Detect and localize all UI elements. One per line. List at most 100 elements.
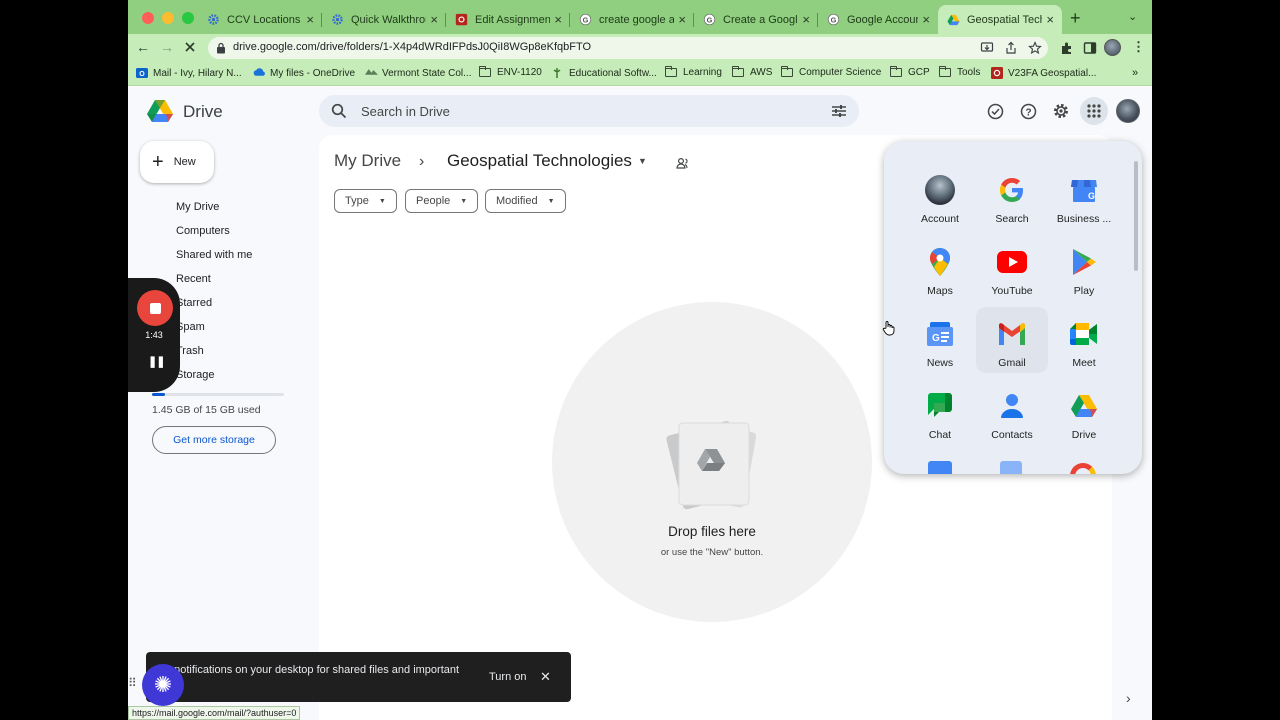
back-icon[interactable]: ← — [136, 39, 150, 55]
new-button[interactable]: + New — [140, 141, 214, 183]
bookmark-label: Tools — [957, 67, 981, 78]
offline-status-icon[interactable] — [985, 101, 1005, 121]
pause-recording-button[interactable]: ❚❚ — [148, 355, 165, 368]
app-business[interactable]: G Business ... — [1048, 163, 1120, 229]
search-bar[interactable]: Search in Drive — [319, 95, 859, 127]
stop-loading-icon[interactable] — [184, 40, 196, 56]
breadcrumb-my-drive[interactable]: My Drive — [334, 151, 401, 171]
app-label: Meet — [1072, 357, 1096, 369]
breadcrumb-current-folder[interactable]: Geospatial Technologies ▼ — [447, 151, 647, 171]
browser-tab[interactable]: CCV Locations Di × — [198, 5, 322, 34]
forward-icon[interactable]: → — [160, 39, 174, 55]
app-news[interactable]: G News — [904, 307, 976, 373]
apps-scrollbar[interactable] — [1134, 161, 1138, 271]
drag-handle-icon[interactable]: ⠿ — [128, 676, 137, 690]
tab-close-icon[interactable]: × — [922, 12, 930, 27]
bookmark-item[interactable]: ENV-1120 — [479, 66, 542, 78]
app-title: Drive — [183, 102, 223, 121]
assistant-sparkle-button[interactable]: ✺ — [142, 664, 184, 706]
more-bookmarks-icon[interactable]: » — [1132, 67, 1138, 79]
bookmark-star-icon[interactable] — [1028, 41, 1042, 55]
storage-usage-text: 1.45 GB of 15 GB used — [152, 404, 261, 416]
folder-icon — [781, 66, 793, 77]
profile-avatar[interactable] — [1104, 39, 1121, 56]
bookmark-item[interactable]: V23FA Geospatial... — [991, 67, 1096, 79]
chip-label: People — [416, 195, 451, 207]
nav-item-computers[interactable]: Computers — [150, 224, 230, 238]
settings-gear-icon[interactable] — [1051, 101, 1071, 121]
browser-tab[interactable]: G create google acc × — [570, 5, 694, 34]
stop-recording-button[interactable] — [137, 290, 173, 326]
maximize-window-button[interactable] — [182, 12, 194, 24]
app-chat[interactable]: Chat — [904, 379, 976, 445]
bookmark-item[interactable]: O Mail - Ivy, Hilary N... — [136, 67, 242, 79]
nav-item-my-drive[interactable]: My Drive — [150, 200, 219, 214]
bookmark-item[interactable]: AWS — [732, 66, 773, 78]
app-drive[interactable]: Drive — [1048, 379, 1120, 445]
app-play[interactable]: Play — [1048, 235, 1120, 301]
browser-tab-active[interactable]: Geospatial Techn × — [938, 5, 1062, 34]
tab-close-icon[interactable]: × — [802, 12, 810, 27]
calendar-icon[interactable] — [928, 461, 952, 474]
minimize-window-button[interactable] — [162, 12, 174, 24]
bookmark-item[interactable]: Computer Science — [781, 66, 881, 78]
help-icon[interactable]: ? — [1018, 101, 1038, 121]
photos-icon[interactable] — [1070, 463, 1096, 474]
filter-type-chip[interactable]: Type ▼ — [334, 189, 397, 213]
install-app-icon[interactable] — [980, 41, 994, 55]
bookmark-item[interactable]: GCP — [890, 66, 930, 78]
search-input[interactable]: Search in Drive — [361, 104, 450, 119]
nav-item-shared-with-me[interactable]: Shared with me — [150, 248, 252, 262]
browser-tab[interactable]: Edit Assignment × — [446, 5, 570, 34]
share-icon[interactable] — [1004, 41, 1018, 55]
browser-tab[interactable]: Quick Walkthroug × — [322, 5, 446, 34]
show-side-panel-icon[interactable]: › — [1126, 690, 1131, 706]
browser-tab[interactable]: G Create a Google A × — [694, 5, 818, 34]
app-youtube[interactable]: YouTube — [976, 235, 1048, 301]
close-window-button[interactable] — [142, 12, 154, 24]
shared-folder-icon[interactable] — [676, 157, 690, 169]
app-gmail[interactable]: Gmail — [976, 307, 1048, 373]
google-apps-grid-icon[interactable] — [1080, 97, 1108, 125]
tab-close-icon[interactable]: × — [554, 12, 562, 27]
search-options-icon[interactable] — [831, 104, 847, 118]
bookmark-item[interactable]: Vermont State Col... — [365, 67, 472, 79]
tab-close-icon[interactable]: × — [1046, 12, 1054, 27]
new-tab-button[interactable]: + — [1070, 8, 1081, 29]
app-label: Maps — [927, 285, 953, 297]
close-icon[interactable]: ✕ — [540, 669, 551, 685]
account-avatar[interactable] — [1116, 99, 1140, 123]
turn-on-button[interactable]: Turn on — [489, 671, 527, 683]
get-more-storage-button[interactable]: Get more storage — [152, 426, 276, 454]
app-contacts[interactable]: Contacts — [976, 379, 1048, 445]
app-maps[interactable]: Maps — [904, 235, 976, 301]
translate-icon[interactable] — [1000, 461, 1022, 474]
google-icon: G — [826, 13, 840, 27]
extensions-icon[interactable] — [1060, 41, 1074, 55]
tab-search-icon[interactable]: ⌄ — [1128, 10, 1137, 23]
url-text: drive.google.com/drive/folders/1-X4p4dWR… — [233, 41, 592, 53]
filter-modified-chip[interactable]: Modified ▼ — [485, 189, 566, 213]
bookmark-label: V23FA Geospatial... — [1008, 67, 1097, 79]
filter-people-chip[interactable]: People ▼ — [405, 189, 479, 213]
browser-menu-icon[interactable]: ⋮ — [1132, 39, 1145, 55]
side-panel-icon[interactable] — [1083, 41, 1097, 55]
recording-timer: 1:43 — [145, 330, 163, 340]
bookmark-item[interactable]: Learning — [665, 66, 722, 78]
app-search[interactable]: Search — [976, 163, 1048, 229]
browser-tab[interactable]: G Google Account × — [818, 5, 938, 34]
address-bar[interactable]: drive.google.com/drive/folders/1-X4p4dWR… — [208, 37, 1048, 59]
nav-label: Shared with me — [176, 249, 253, 261]
bookmark-label: AWS — [750, 67, 773, 78]
app-label: News — [926, 357, 954, 369]
bookmark-item[interactable]: Educational Softw... — [552, 67, 657, 79]
search-icon[interactable] — [331, 103, 347, 119]
tab-close-icon[interactable]: × — [678, 12, 686, 27]
tab-close-icon[interactable]: × — [306, 12, 314, 27]
youtube-icon — [996, 246, 1028, 278]
tab-close-icon[interactable]: × — [430, 12, 438, 27]
app-account[interactable]: Account — [904, 163, 976, 229]
bookmark-item[interactable]: Tools — [939, 66, 981, 78]
bookmark-item[interactable]: My files - OneDrive — [253, 67, 355, 79]
app-meet[interactable]: Meet — [1048, 307, 1120, 373]
